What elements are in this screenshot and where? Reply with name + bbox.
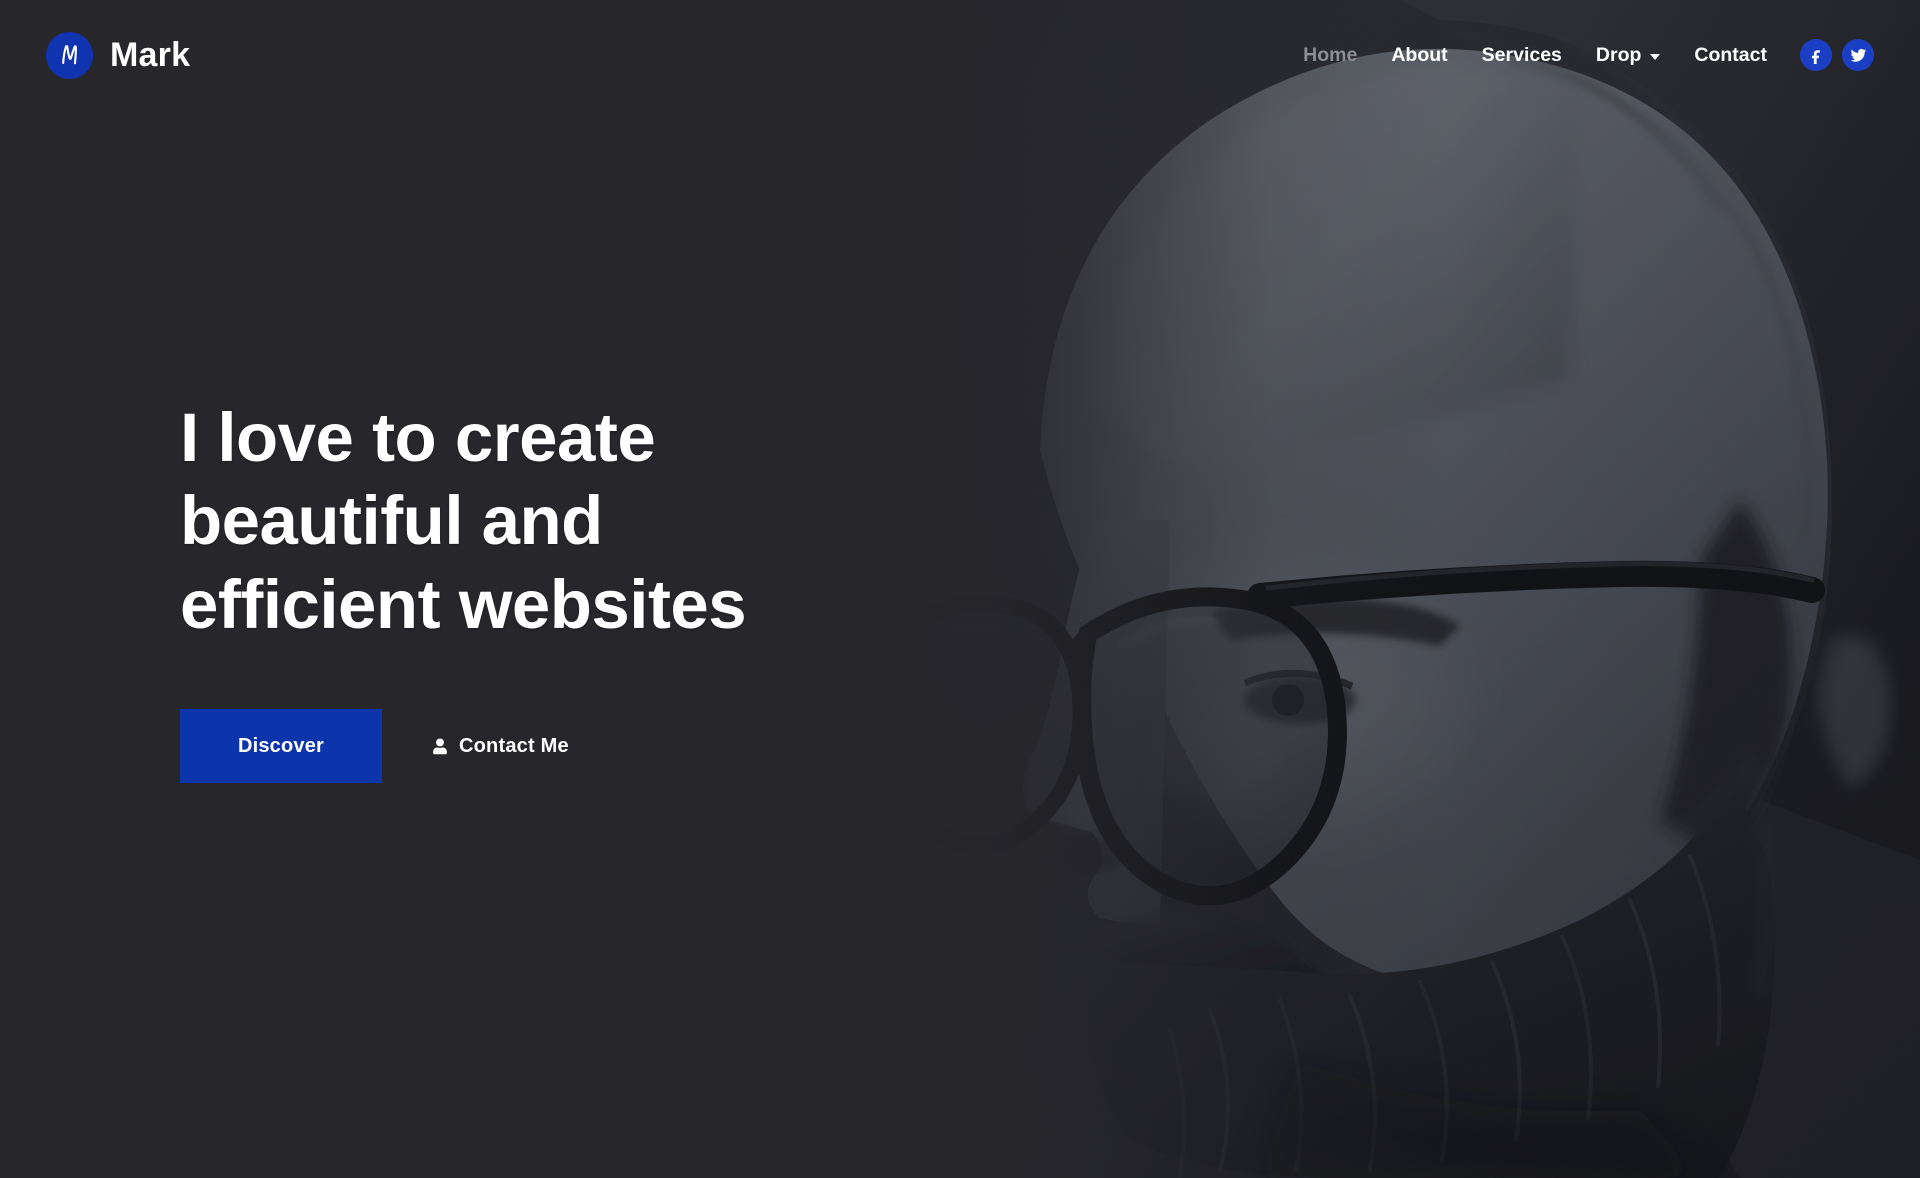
nav-links: Home About Services Drop Contact [1286, 34, 1874, 77]
hero-title: I love to create beautiful and efficient… [180, 396, 1000, 646]
hero-title-line-1: I love to create [180, 399, 656, 476]
chevron-down-icon [1650, 53, 1661, 60]
nav-label-contact: Contact [1694, 43, 1767, 66]
nav-item-contact: Contact [1677, 34, 1784, 77]
nav-label-services: Services [1481, 43, 1562, 66]
twitter-icon [1850, 48, 1866, 62]
user-icon [433, 738, 447, 755]
nav-label-drop: Drop [1595, 43, 1642, 66]
nav-item-home: Home [1286, 34, 1374, 77]
nav-link-services[interactable]: Services [1465, 34, 1579, 77]
social-links [1800, 39, 1874, 71]
hero-title-line-2: beautiful and [180, 482, 603, 560]
discover-button-label: Discover [237, 734, 325, 757]
m-monogram-icon [46, 31, 93, 79]
facebook-icon [1811, 49, 1820, 64]
contact-me-label: Contact Me [459, 734, 569, 757]
nav-link-drop[interactable]: Drop [1579, 34, 1678, 77]
nav-link-about[interactable]: About [1374, 34, 1464, 77]
twitter-link[interactable] [1842, 39, 1874, 71]
nav-item-drop: Drop [1579, 34, 1678, 77]
nav-label-home: Home [1303, 43, 1358, 66]
facebook-link[interactable] [1800, 39, 1832, 71]
nav-link-home[interactable]: Home [1286, 34, 1374, 77]
hero-section: Mark Home About Services Drop Contact I … [0, 0, 1920, 1178]
contact-me-button[interactable]: Contact Me [427, 725, 573, 768]
hero-actions: Discover Contact Me [180, 709, 1000, 784]
nav-label-about: About [1391, 43, 1448, 66]
nav-item-services: Services [1465, 34, 1579, 77]
hero-copy: I love to create beautiful and efficient… [180, 396, 1000, 784]
hero-title-line-3: efficient websites [180, 565, 747, 643]
main-navbar: Mark Home About Services Drop Contact [0, 0, 1920, 110]
nav-item-about: About [1374, 34, 1464, 77]
discover-button[interactable]: Discover [180, 709, 382, 784]
nav-link-contact[interactable]: Contact [1677, 34, 1784, 77]
brand-name: Mark [110, 36, 191, 74]
brand-logo-link[interactable]: Mark [46, 31, 191, 79]
